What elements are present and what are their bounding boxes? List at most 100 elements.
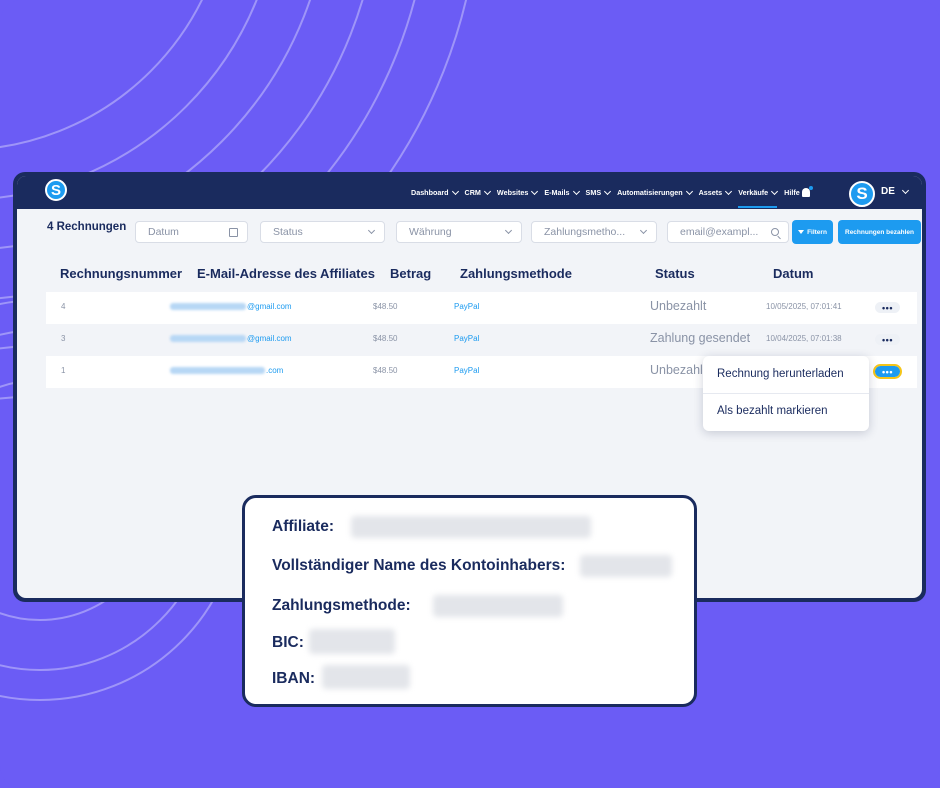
status-text: Zahlung gesendet: [650, 331, 751, 345]
nav-item-crm[interactable]: CRM: [464, 176, 491, 209]
row-actions-button[interactable]: •••: [875, 334, 900, 345]
bell-icon[interactable]: [801, 186, 813, 197]
chevron-down-icon: [901, 186, 909, 194]
amount: $48.50: [373, 302, 398, 311]
payment-details-card: Affiliate: Vollständiger Name des Kontoi…: [242, 495, 697, 707]
affiliate-label: Affiliate:: [272, 518, 334, 535]
header-payment-method[interactable]: Zahlungsmethode: [460, 266, 572, 281]
account-holder-label: Vollständiger Name des Kontoinhabers:: [272, 557, 566, 574]
redacted-text: [170, 367, 265, 375]
menu-item-download-invoice[interactable]: Rechnung herunterladen: [717, 368, 844, 380]
invoice-date: 10/05/2025, 07:01:41: [766, 302, 842, 311]
redacted-text: [170, 303, 246, 311]
invoice-number: 1: [61, 366, 66, 375]
header-invoice-number[interactable]: Rechnungsnummer: [60, 266, 182, 281]
invoice-number: 4: [61, 302, 66, 311]
chevron-down-icon: [451, 187, 459, 195]
menu-item-mark-paid[interactable]: Als bezahlt markieren: [717, 405, 828, 417]
table-row[interactable]: 4 @gmail.com $48.50 PayPal Unbezahlt 10/…: [46, 292, 917, 324]
search-icon: [771, 228, 779, 236]
invoice-number: 3: [61, 334, 66, 343]
status-text: Unbezahlt: [650, 299, 707, 313]
table-header: Rechnungsnummer E-Mail-Adresse des Affil…: [46, 257, 917, 292]
nav-label: Verkäufe: [738, 188, 769, 197]
nav-label: Hilfe: [784, 188, 800, 197]
row-actions-button[interactable]: •••: [873, 364, 902, 379]
language-label: DE: [881, 186, 895, 197]
payment-method: PayPal: [454, 334, 480, 343]
currency-placeholder: Währung: [409, 226, 452, 238]
chevron-down-icon: [483, 187, 491, 195]
nav-label: Automatisierungen: [617, 188, 683, 197]
payment-method-filter[interactable]: Zahlungsmetho...: [531, 221, 657, 243]
payment-placeholder: Zahlungsmetho...: [544, 226, 626, 238]
invoice-date: 10/04/2025, 07:01:38: [766, 334, 842, 343]
row-actions-button[interactable]: •••: [875, 302, 900, 313]
redacted-affiliate-value: [351, 516, 591, 538]
chevron-down-icon: [367, 226, 376, 235]
nav-item-websites[interactable]: Websites: [496, 176, 539, 209]
affiliate-email[interactable]: .com: [170, 366, 283, 375]
chevron-down-icon: [771, 187, 779, 195]
filter-label: Filtern: [807, 228, 827, 236]
nav-label: Dashboard: [411, 188, 449, 197]
affiliate-email[interactable]: @gmail.com: [170, 302, 292, 311]
nav-label: E-Mails: [544, 188, 570, 197]
nav-item-emails[interactable]: E-Mails: [544, 176, 580, 209]
filter-button[interactable]: Filtern: [792, 220, 833, 244]
calendar-icon: [229, 228, 238, 237]
redacted-bic-value: [309, 629, 395, 654]
email-placeholder: email@exampl...: [680, 226, 759, 238]
chevron-down-icon: [639, 226, 648, 235]
redacted-iban-value: [322, 665, 410, 689]
main-nav: Dashboard CRM Websites E-Mails SMS Autom…: [411, 176, 817, 209]
status-text: Unbezahlt: [650, 363, 707, 377]
pay-invoices-button[interactable]: Rechnungen bezahlen: [838, 220, 921, 244]
header-amount[interactable]: Betrag: [390, 266, 431, 281]
nav-item-assets[interactable]: Assets: [699, 176, 733, 209]
nav-item-sms[interactable]: SMS: [585, 176, 612, 209]
email-suffix: .com: [266, 366, 284, 375]
date-filter[interactable]: Datum: [135, 221, 248, 243]
nav-label: Websites: [496, 188, 529, 197]
amount: $48.50: [373, 366, 398, 375]
header-status[interactable]: Status: [655, 266, 695, 281]
currency-filter[interactable]: Währung: [396, 221, 522, 243]
avatar[interactable]: S: [849, 181, 875, 207]
top-navigation-bar: S Dashboard CRM Websites E-Mails SMS Aut…: [17, 176, 922, 209]
table-row[interactable]: 3 @gmail.com $48.50 PayPal Zahlung gesen…: [46, 324, 917, 356]
funnel-icon: [798, 230, 805, 234]
status-placeholder: Status: [273, 226, 303, 238]
email-suffix: @gmail.com: [247, 302, 292, 311]
redacted-method-value: [433, 595, 563, 617]
nav-item-sales[interactable]: Verkäufe: [738, 176, 779, 209]
header-affiliate-email[interactable]: E-Mail-Adresse des Affiliates: [197, 266, 375, 281]
nav-item-automations[interactable]: Automatisierungen: [617, 176, 693, 209]
invoice-table: Rechnungsnummer E-Mail-Adresse des Affil…: [46, 257, 917, 388]
affiliate-email[interactable]: @gmail.com: [170, 334, 292, 343]
payment-method: PayPal: [454, 366, 480, 375]
nav-label: CRM: [464, 188, 481, 197]
chevron-down-icon: [572, 187, 580, 195]
invoice-count: 4 Rechnungen: [47, 221, 127, 233]
menu-divider: [703, 393, 869, 394]
nav-item-help[interactable]: Hilfe: [784, 176, 813, 209]
chevron-down-icon: [604, 187, 612, 195]
payment-method-label: Zahlungsmethode:: [272, 597, 411, 614]
email-suffix: @gmail.com: [247, 334, 292, 343]
chevron-down-icon: [531, 187, 539, 195]
header-date[interactable]: Datum: [773, 266, 813, 281]
brand-logo[interactable]: S: [45, 179, 67, 201]
iban-label: IBAN:: [272, 670, 316, 687]
nav-label: SMS: [585, 188, 602, 197]
chevron-down-icon: [725, 187, 733, 195]
date-placeholder: Datum: [148, 226, 179, 238]
row-actions-menu: Rechnung herunterladen Als bezahlt marki…: [703, 356, 869, 431]
redacted-holder-value: [580, 555, 672, 577]
amount: $48.50: [373, 334, 398, 343]
chevron-down-icon: [504, 226, 513, 235]
nav-item-dashboard[interactable]: Dashboard: [411, 176, 459, 209]
email-search-input[interactable]: email@exampl...: [667, 221, 789, 243]
language-selector[interactable]: DE: [881, 186, 909, 197]
status-filter[interactable]: Status: [260, 221, 385, 243]
